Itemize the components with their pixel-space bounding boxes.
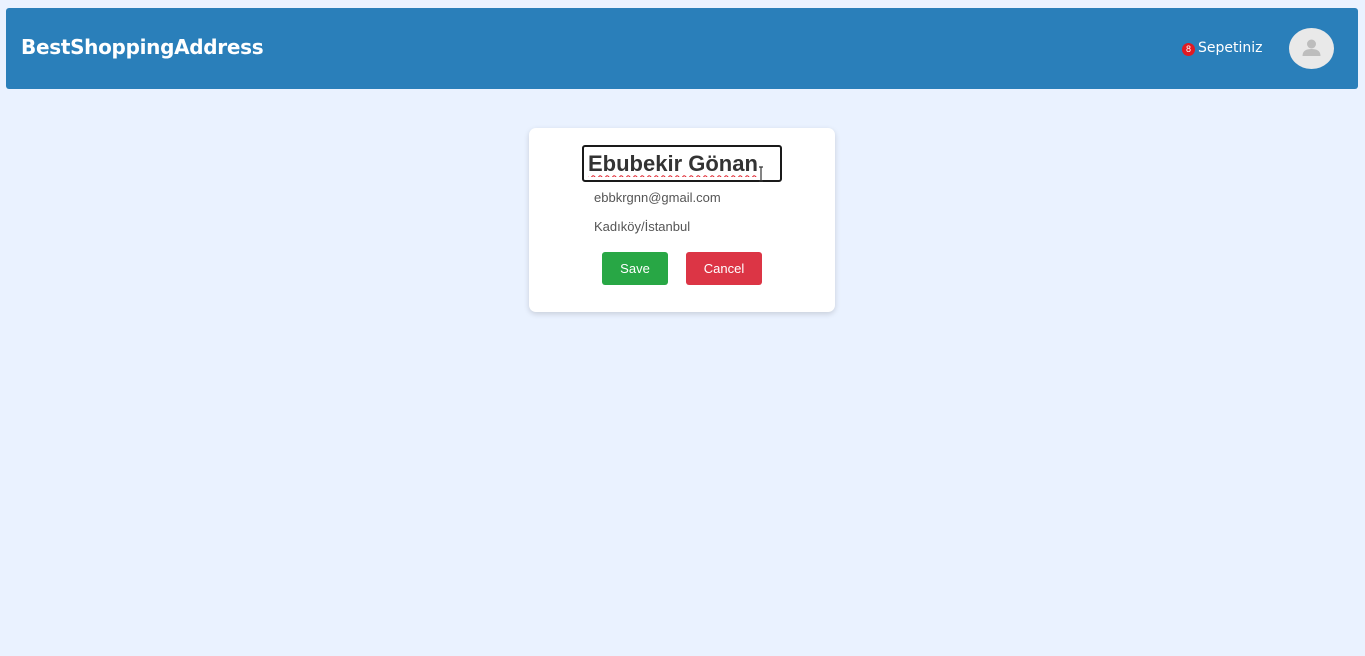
brand-logo[interactable]: BestShoppingAddress [21,34,264,60]
address-text: Kadıköy/İstanbul [594,219,691,234]
user-silhouette-icon [1302,39,1321,56]
cart-label: Sepetiniz [1198,40,1263,56]
navbar: BestShoppingAddress 8 Sepetiniz [6,8,1358,89]
name-input[interactable] [582,145,782,182]
save-button[interactable]: Save [602,252,668,285]
cart-link[interactable]: 8 Sepetiniz [1182,39,1263,57]
text-cursor-icon [759,166,763,182]
profile-card: ebbkrgnn@gmail.com Kadıköy/İstanbul Save… [529,128,835,312]
cancel-button[interactable]: Cancel [686,252,762,285]
cart-count-badge: 8 [1182,42,1195,56]
user-avatar-icon[interactable] [1289,28,1334,69]
email-text: ebbkrgnn@gmail.com [594,190,721,205]
